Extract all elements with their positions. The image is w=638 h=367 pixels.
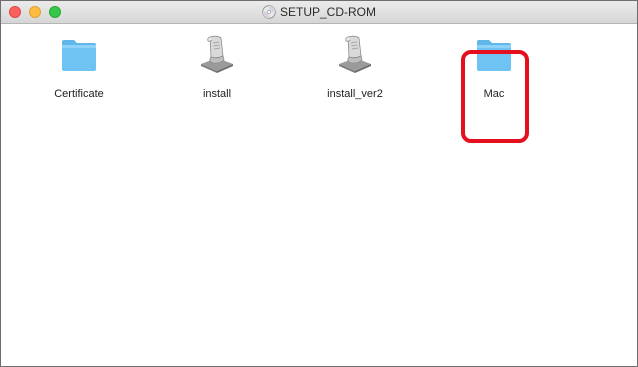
zoom-button[interactable] xyxy=(49,6,61,18)
minimize-button[interactable] xyxy=(29,6,41,18)
window-title-text: SETUP_CD-ROM xyxy=(279,5,376,19)
file-item-label: install_ver2 xyxy=(327,88,383,100)
cd-disc-icon xyxy=(262,5,276,19)
title-bar[interactable]: SETUP_CD-ROM xyxy=(1,1,637,24)
script-scroll-icon xyxy=(201,35,233,73)
finder-window: SETUP_CD-ROM Certificate install install… xyxy=(0,0,638,367)
file-item-install-ver2[interactable]: install_ver2 xyxy=(305,34,405,114)
folder-icon xyxy=(62,40,96,71)
script-scroll-icon xyxy=(339,35,371,73)
file-item-install[interactable]: install xyxy=(167,34,267,114)
highlight-annotation xyxy=(461,50,529,143)
file-item-label: install xyxy=(202,88,232,100)
file-item-label: Certificate xyxy=(54,88,104,100)
file-item-certificate[interactable]: Certificate xyxy=(29,34,129,114)
window-title: SETUP_CD-ROM xyxy=(1,1,637,23)
finder-content[interactable]: Certificate install install_ver2 Mac xyxy=(1,24,637,366)
close-button[interactable] xyxy=(9,6,21,18)
